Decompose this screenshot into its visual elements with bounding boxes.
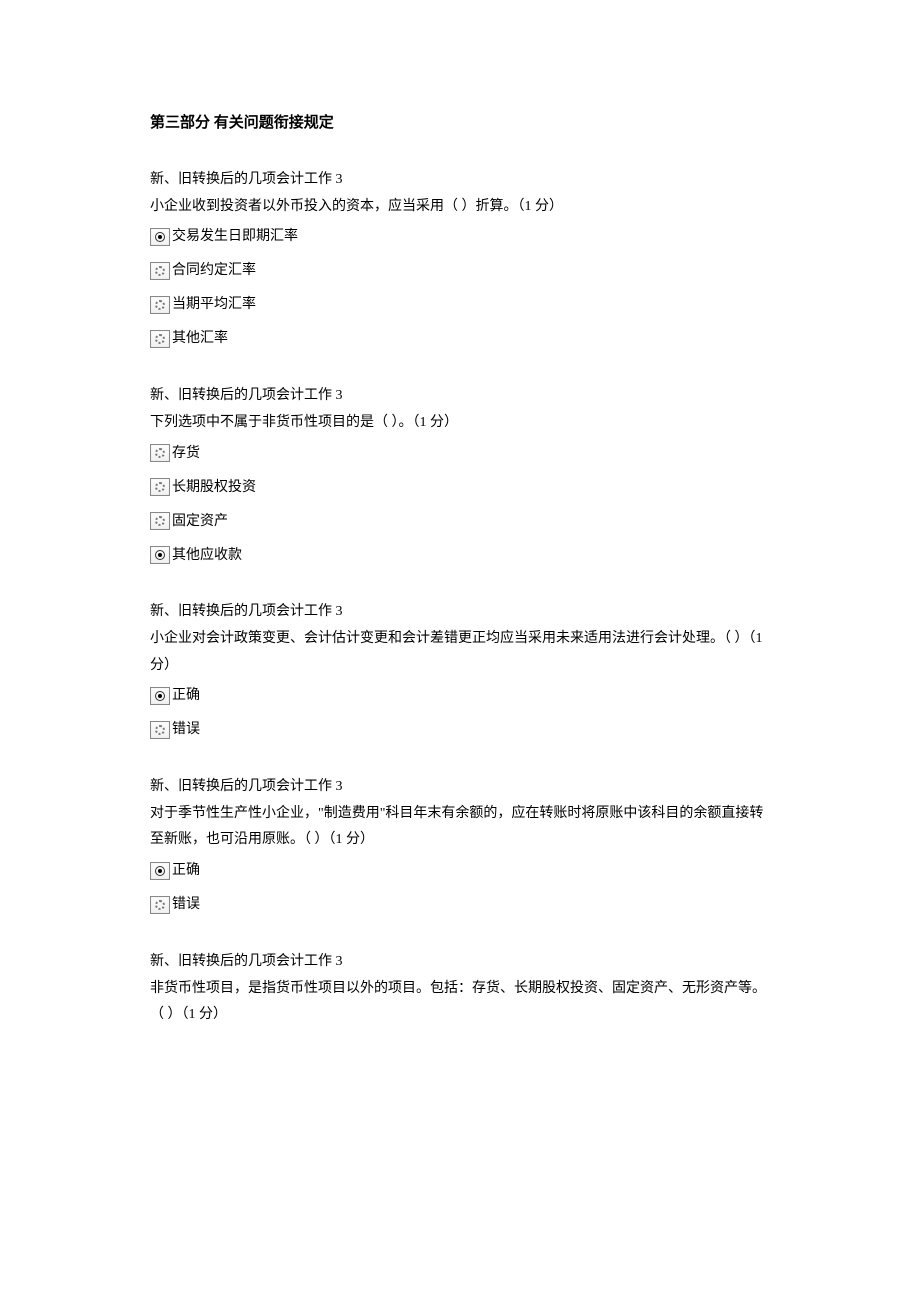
- question-2: 新、旧转换后的几项会计工作 3 下列选项中不属于非货币性项目的是（ ）。（1 分…: [150, 383, 770, 564]
- option-label: 其他汇率: [172, 331, 228, 348]
- question-2-options: 存货 长期股权投资 固定资产 其他应收款: [150, 444, 770, 564]
- section-title: 第三部分 有关问题衔接规定: [150, 110, 770, 137]
- question-3: 新、旧转换后的几项会计工作 3 小企业对会计政策变更、会计估计变更和会计差错更正…: [150, 599, 770, 739]
- question-1-header: 新、旧转换后的几项会计工作 3 小企业收到投资者以外币投入的资本，应当采用（ ）…: [150, 167, 770, 220]
- option-label: 长期股权投资: [172, 480, 256, 497]
- question-4-header-line: 新、旧转换后的几项会计工作 3: [150, 779, 343, 794]
- radio-icon[interactable]: [150, 478, 170, 496]
- question-4-options: 正确 错误: [150, 862, 770, 914]
- question-2-option-3[interactable]: 其他应收款: [150, 546, 770, 564]
- question-3-header: 新、旧转换后的几项会计工作 3 小企业对会计政策变更、会计估计变更和会计差错更正…: [150, 599, 770, 679]
- question-2-option-0[interactable]: 存货: [150, 444, 770, 462]
- question-2-option-1[interactable]: 长期股权投资: [150, 478, 770, 496]
- radio-icon[interactable]: [150, 546, 170, 564]
- question-4-option-1[interactable]: 错误: [150, 896, 770, 914]
- radio-icon[interactable]: [150, 330, 170, 348]
- question-3-option-1[interactable]: 错误: [150, 721, 770, 739]
- question-1: 新、旧转换后的几项会计工作 3 小企业收到投资者以外币投入的资本，应当采用（ ）…: [150, 167, 770, 348]
- radio-icon[interactable]: [150, 444, 170, 462]
- option-label: 固定资产: [172, 514, 228, 531]
- question-2-header: 新、旧转换后的几项会计工作 3 下列选项中不属于非货币性项目的是（ ）。（1 分…: [150, 383, 770, 436]
- question-3-option-0[interactable]: 正确: [150, 687, 770, 705]
- question-1-text: 小企业收到投资者以外币投入的资本，应当采用（ ）折算。（1 分）: [150, 199, 563, 214]
- question-4-text: 对于季节性生产性小企业，"制造费用"科目年末有余额的，应在转账时将原账中该科目的…: [150, 806, 763, 848]
- option-label: 错误: [172, 722, 200, 739]
- radio-icon[interactable]: [150, 296, 170, 314]
- radio-icon[interactable]: [150, 687, 170, 705]
- radio-icon[interactable]: [150, 512, 170, 530]
- option-label: 错误: [172, 897, 200, 914]
- question-4-header: 新、旧转换后的几项会计工作 3 对于季节性生产性小企业，"制造费用"科目年末有余…: [150, 774, 770, 854]
- question-1-option-3[interactable]: 其他汇率: [150, 330, 770, 348]
- radio-icon[interactable]: [150, 896, 170, 914]
- radio-icon[interactable]: [150, 721, 170, 739]
- question-3-header-line: 新、旧转换后的几项会计工作 3: [150, 604, 343, 619]
- question-1-option-2[interactable]: 当期平均汇率: [150, 296, 770, 314]
- option-label: 其他应收款: [172, 548, 242, 565]
- option-label: 当期平均汇率: [172, 297, 256, 314]
- radio-icon[interactable]: [150, 228, 170, 246]
- question-5: 新、旧转换后的几项会计工作 3 非货币性项目，是指货币性项目以外的项目。包括：存…: [150, 949, 770, 1029]
- option-label: 合同约定汇率: [172, 263, 256, 280]
- question-5-text: 非货币性项目，是指货币性项目以外的项目。包括：存货、长期股权投资、固定资产、无形…: [150, 981, 766, 1023]
- question-1-option-1[interactable]: 合同约定汇率: [150, 262, 770, 280]
- question-5-header-line: 新、旧转换后的几项会计工作 3: [150, 954, 343, 969]
- radio-icon[interactable]: [150, 262, 170, 280]
- question-2-option-2[interactable]: 固定资产: [150, 512, 770, 530]
- question-1-header-line: 新、旧转换后的几项会计工作 3: [150, 172, 343, 187]
- question-4-option-0[interactable]: 正确: [150, 862, 770, 880]
- question-3-options: 正确 错误: [150, 687, 770, 739]
- question-1-option-0[interactable]: 交易发生日即期汇率: [150, 228, 770, 246]
- question-3-text: 小企业对会计政策变更、会计估计变更和会计差错更正均应当采用未来适用法进行会计处理…: [150, 631, 763, 673]
- option-label: 正确: [172, 863, 200, 880]
- option-label: 正确: [172, 688, 200, 705]
- radio-icon[interactable]: [150, 862, 170, 880]
- question-2-text: 下列选项中不属于非货币性项目的是（ ）。（1 分）: [150, 415, 458, 430]
- question-2-header-line: 新、旧转换后的几项会计工作 3: [150, 388, 343, 403]
- option-label: 存货: [172, 446, 200, 463]
- question-4: 新、旧转换后的几项会计工作 3 对于季节性生产性小企业，"制造费用"科目年末有余…: [150, 774, 770, 914]
- question-1-options: 交易发生日即期汇率 合同约定汇率 当期平均汇率 其他汇率: [150, 228, 770, 348]
- option-label: 交易发生日即期汇率: [172, 229, 298, 246]
- question-5-header: 新、旧转换后的几项会计工作 3 非货币性项目，是指货币性项目以外的项目。包括：存…: [150, 949, 770, 1029]
